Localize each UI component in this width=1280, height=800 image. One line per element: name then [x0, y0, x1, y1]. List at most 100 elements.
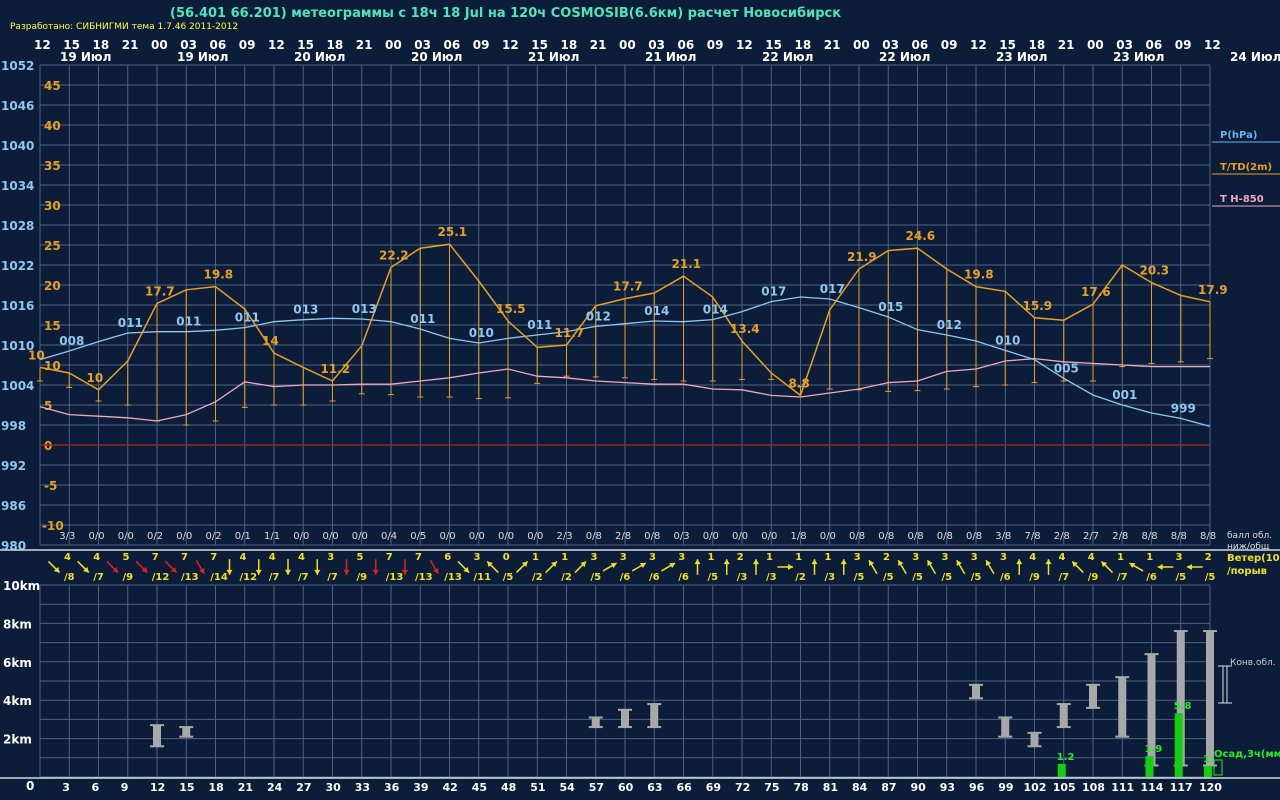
temp-value-label: 22.2 [379, 248, 409, 262]
pressure-axis-label: 1040 [1, 139, 34, 153]
wind-gust-value: /5 [971, 572, 982, 583]
wind-speed-value: 1 [1117, 552, 1124, 563]
pressure-value-label: 012 [937, 318, 962, 332]
convective-cloud-bar [621, 709, 629, 728]
forecast-hour-label: 105 [1053, 781, 1076, 794]
day-label: 22 Июл [879, 50, 930, 64]
wind-gust-value: /3 [825, 572, 836, 583]
day-label: 24 Июл [1230, 50, 1280, 64]
wind-speed-value: 7 [210, 552, 217, 563]
wind-gust-value: /13 [181, 572, 199, 583]
wind-speed-value: 4 [1029, 552, 1036, 563]
wind-gust-value: /5 [503, 572, 514, 583]
temp-value-label: 25.1 [438, 225, 468, 239]
wind-speed-value: 1 [532, 552, 539, 563]
temp-axis-label: 5 [44, 399, 52, 413]
wind-speed-value: 2 [883, 552, 890, 563]
wind-speed-value: 2 [737, 552, 744, 563]
wind-speed-value: 0 [503, 552, 510, 563]
pressure-axis-label: 1004 [1, 379, 34, 393]
convective-cloud-bar [972, 684, 980, 699]
wind-gust-value: /5 [942, 572, 953, 583]
temp-value-label: 10 [87, 371, 104, 385]
pressure-value-label: 011 [118, 316, 143, 330]
convective-cloud-bar [1059, 704, 1068, 728]
forecast-hour-label: 102 [1024, 781, 1047, 794]
pressure-value-label: 011 [176, 315, 201, 329]
wind-gust-value: /6 [678, 572, 689, 583]
cloud-cover-value: 0/0 [820, 531, 836, 542]
pressure-axis-label: 986 [1, 499, 26, 513]
forecast-hour-label: 54 [560, 781, 576, 794]
temp-value-label: 11.7 [555, 326, 585, 340]
hour-tick-label: 12 [736, 38, 753, 52]
wind-gust-value: /9 [1088, 572, 1099, 583]
day-label: 21 Июл [645, 50, 696, 64]
cloud-cover-value: 0/8 [937, 531, 953, 542]
wind-gust-value: /9 [123, 572, 134, 583]
temp-value-label: 20.3 [1140, 264, 1170, 278]
precip-value-label: 1. [1203, 754, 1214, 765]
temp-value-label: 15.9 [1023, 299, 1053, 313]
pressure-axis-label: 998 [1, 419, 26, 433]
precip-bar [1145, 756, 1154, 777]
pressure-axis-label: 992 [1, 459, 26, 473]
forecast-hour-label: 12 [150, 781, 165, 794]
cloud-cover-value: 2/8 [615, 531, 631, 542]
pressure-value-label: 013 [293, 303, 318, 317]
pressure-value-label: 015 [878, 300, 903, 314]
precip-bar [1204, 766, 1212, 777]
cloud-cover-value: 3/3 [59, 531, 75, 542]
temp-value-label: 15.5 [496, 302, 526, 316]
pressure-axis-label: 1016 [1, 299, 34, 313]
height-axis-label: 10km [3, 579, 40, 593]
forecast-hour-label: 72 [735, 781, 750, 794]
pressure-value-label: 014 [644, 304, 669, 318]
cloud-cover-value: 7/8 [1025, 531, 1041, 542]
cloud-cover-value: 2/8 [1112, 531, 1128, 542]
wind-gust-value: /7 [93, 572, 104, 583]
pressure-value-label: 014 [703, 303, 728, 317]
convective-cloud-bar [650, 704, 659, 728]
wind-gust-value: /6 [1000, 572, 1011, 583]
wind-gust-value: /14 [210, 572, 228, 583]
wind-speed-value: 3 [1000, 552, 1007, 563]
temp-value-label: 10 [28, 348, 45, 362]
cloud-cover-value: 0/8 [966, 531, 982, 542]
wind-gust-value: /5 [591, 572, 602, 583]
wind-gust-value: /13 [386, 572, 404, 583]
cloud-cover-value: 0/0 [440, 531, 456, 542]
precip-legend-box [1213, 759, 1223, 776]
pressure-value-label: 010 [469, 326, 494, 340]
wind-arrow-head [1157, 564, 1163, 570]
day-label: 21 Июл [528, 50, 579, 64]
precip-value-label: 1.2 [1057, 752, 1075, 763]
wind-gust-value: /13 [444, 572, 462, 583]
temp-axis-label: 40 [44, 119, 61, 133]
forecast-hour-label: 6 [92, 781, 100, 794]
cloud-cover-value: 0/0 [761, 531, 777, 542]
forecast-hour-label: 48 [501, 781, 516, 794]
pressure-value-label: 011 [235, 311, 260, 325]
forecast-hour-label: 42 [443, 781, 458, 794]
temp-value-label: 24.6 [906, 229, 936, 243]
wind-gust-value: /7 [1117, 572, 1128, 583]
height-axis-label: 2km [3, 733, 32, 747]
cloud-cover-value: 0/0 [323, 531, 339, 542]
wind-speed-value: 3 [474, 552, 481, 563]
wind-gust-value: /5 [883, 572, 894, 583]
cloud-legend-text: ниж/общ [1227, 542, 1270, 552]
precip-bar [1174, 713, 1183, 777]
conv-legend-text: Конв.обл. [1230, 658, 1276, 668]
forecast-hour-label: 36 [384, 781, 400, 794]
precip-value-label: 5.8 [1174, 701, 1192, 712]
wind-speed-value: 3 [942, 552, 949, 563]
hour-tick-label: 00 [619, 38, 636, 52]
wind-gust-value: /3 [737, 572, 748, 583]
pressure-value-label: 012 [586, 309, 611, 323]
convective-cloud-bar [1089, 684, 1097, 708]
pressure-axis-label: 1046 [1, 99, 34, 113]
pressure-axis-label: 980 [1, 539, 26, 553]
hour-tick-label: 00 [853, 38, 870, 52]
wind-speed-value: 3 [591, 552, 598, 563]
